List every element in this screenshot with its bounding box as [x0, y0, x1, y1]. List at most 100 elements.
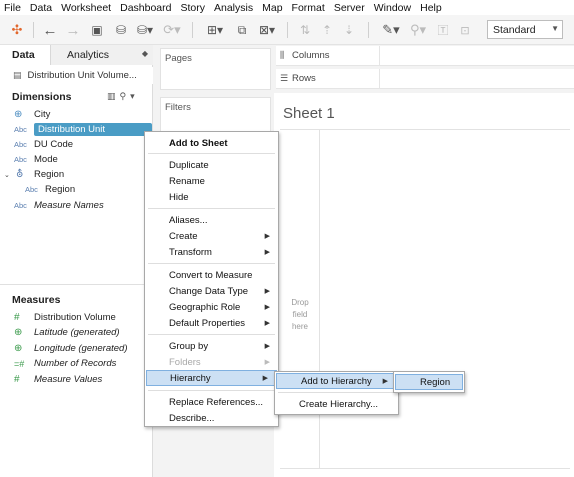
menu-data[interactable]: Data [26, 2, 57, 14]
field-latitude[interactable]: ⊕ Latitude (generated) [0, 325, 153, 340]
columns-shelf[interactable]: ⫼ Columns [276, 45, 574, 66]
field-number-of-records[interactable]: =# Number of Records [0, 356, 153, 371]
menu-separator [148, 153, 275, 154]
field-label: Latitude (generated) [34, 327, 120, 338]
field-distribution-volume[interactable]: # Distribution Volume [0, 310, 153, 325]
highlight-icon[interactable]: ✎▾ [378, 20, 404, 40]
group-icon[interactable]: ⚲▾ [406, 20, 430, 40]
menu-item-region[interactable]: Region [395, 374, 463, 390]
field-du-code[interactable]: Abc DU Code [0, 137, 153, 152]
menu-item-describe[interactable]: Describe... [145, 410, 278, 426]
field-measure-names[interactable]: Abc Measure Names [0, 198, 153, 213]
menu-item-folders[interactable]: Folders ▶ [145, 354, 278, 370]
abc-type-icon: Abc [14, 125, 27, 134]
tab-analytics-label: Analytics [67, 49, 110, 61]
menu-item-hierarchy[interactable]: Hierarchy ▶ [146, 370, 277, 386]
menu-item-aliases[interactable]: Aliases... [145, 212, 278, 228]
toolbar: ✣ ← → ▣ ⛁ ⛁▾ ⟳▾ ⊞▾ ⧉ ⊠▾ ⇅ ⇡ ⇣ ✎▾ ⚲▾ 🅃 ⊡ … [0, 15, 574, 45]
menu-separator [278, 392, 395, 393]
menu-server[interactable]: Server [330, 2, 370, 14]
menu-map[interactable]: Map [258, 2, 287, 14]
menu-help[interactable]: Help [416, 2, 447, 14]
menu-item-add-to-sheet[interactable]: Add to Sheet [145, 135, 278, 151]
field-label: Measure Names [34, 200, 104, 211]
menu-item-change-data-type[interactable]: Change Data Type ▶ [145, 283, 278, 299]
menu-item-group-by[interactable]: Group by ▶ [145, 338, 278, 354]
menu-item-rename[interactable]: Rename [145, 173, 278, 189]
search-icon[interactable]: ⚲ [120, 91, 131, 101]
field-label: DU Code [34, 139, 74, 150]
submenu-arrow-icon: ▶ [264, 233, 270, 240]
sort-descending-icon[interactable]: ⇣ [340, 20, 358, 40]
toolbar-separator [192, 22, 193, 38]
new-datasource-icon[interactable]: ⛁ [111, 20, 131, 40]
new-worksheet-icon[interactable]: ⊞▾ [201, 20, 229, 40]
shelves: ⫼ Columns ☰ Rows [274, 45, 574, 93]
tab-data[interactable]: Data [0, 45, 50, 65]
toolbar-separator [287, 22, 288, 38]
menu-item-add-to-hierarchy[interactable]: Add to Hierarchy ▶ [276, 373, 397, 389]
clear-icon[interactable]: ⊠▾ [255, 20, 279, 40]
collapse-icon[interactable]: ◆ [142, 49, 148, 58]
submenu-arrow-icon: ▶ [264, 359, 270, 366]
calculated-number-icon: =# [14, 358, 25, 369]
menu-analysis[interactable]: Analysis [210, 2, 258, 14]
field-region-hierarchy[interactable]: ⌄ ⛢ Region [0, 167, 153, 182]
menu-item-default-properties[interactable]: Default Properties ▶ [145, 315, 278, 331]
menu-item-duplicate[interactable]: Duplicate [145, 157, 278, 173]
number-type-icon: # [14, 312, 20, 323]
menu-item-geographic-role[interactable]: Geographic Role ▶ [145, 299, 278, 315]
field-city[interactable]: ⊕ City [0, 107, 153, 122]
field-distribution-unit[interactable]: Abc Distribution Unit [0, 122, 153, 137]
sheet-title[interactable]: Sheet 1 [283, 105, 335, 122]
field-mode[interactable]: Abc Mode [0, 152, 153, 167]
fit-icon[interactable]: ⊡ [456, 20, 474, 40]
save-icon[interactable]: ▣ [88, 20, 106, 40]
menu-item-replace-references[interactable]: Replace References... [145, 394, 278, 410]
globe-icon: ⊕ [14, 109, 23, 120]
drop-area[interactable] [280, 129, 570, 469]
rows-shelf[interactable]: ☰ Rows [276, 68, 574, 89]
swap-icon[interactable]: ⇅ [296, 20, 314, 40]
forward-icon[interactable]: → [63, 20, 83, 40]
back-icon[interactable]: ← [40, 20, 60, 40]
abc-type-icon: Abc [14, 201, 27, 210]
sort-ascending-icon[interactable]: ⇡ [318, 20, 336, 40]
pages-card[interactable]: Pages [160, 48, 271, 90]
menu-file[interactable]: File [0, 2, 26, 14]
menu-format[interactable]: Format [288, 2, 330, 14]
menu-dashboard[interactable]: Dashboard [116, 2, 176, 14]
menu-item-convert-to-measure[interactable]: Convert to Measure [145, 267, 278, 283]
menu-item-transform[interactable]: Transform ▶ [145, 244, 278, 260]
field-region[interactable]: Abc Region [0, 182, 153, 197]
field-longitude[interactable]: ⊕ Longitude (generated) [0, 341, 153, 356]
field-label: City [34, 109, 51, 120]
menu-item-hide[interactable]: Hide [145, 189, 278, 205]
pause-updates-icon[interactable]: ⛁▾ [134, 20, 156, 40]
expand-chevron-icon[interactable]: ⌄ [0, 171, 14, 179]
datasource-icon: ▤ [13, 70, 22, 80]
menu-worksheet[interactable]: Worksheet [57, 2, 116, 14]
filters-card[interactable]: Filters [160, 97, 271, 133]
datasource-item[interactable]: ▤ Distribution Unit Volume... [0, 67, 153, 84]
field-measure-values[interactable]: # Measure Values [0, 372, 153, 387]
menu-window[interactable]: Window [370, 2, 416, 14]
abc-type-icon: Abc [14, 155, 27, 164]
view-size-value: Standard [493, 23, 536, 36]
globe-icon: ⊕ [14, 327, 23, 338]
dimensions-tools: ▥⚲▾ [107, 91, 139, 102]
menu-arrow-icon[interactable]: ▾ [130, 91, 139, 101]
columns-label: Columns [290, 45, 380, 66]
refresh-icon[interactable]: ⟳▾ [160, 20, 184, 40]
menu-item-create[interactable]: Create ▶ [145, 228, 278, 244]
view-toggle-icon[interactable]: ▥ [107, 91, 120, 101]
tableau-logo-icon[interactable]: ✣ [8, 20, 26, 40]
submenu-arrow-icon: ▶ [264, 343, 270, 350]
labels-icon[interactable]: 🅃 [434, 20, 452, 40]
duplicate-icon[interactable]: ⧉ [233, 20, 251, 40]
globe-icon: ⊕ [14, 343, 23, 354]
view-size-select[interactable]: Standard ▼ [487, 20, 563, 39]
menu-story[interactable]: Story [176, 2, 210, 14]
menu-item-create-hierarchy[interactable]: Create Hierarchy... [275, 396, 398, 412]
tab-analytics[interactable]: Analytics ◆ [50, 45, 153, 65]
